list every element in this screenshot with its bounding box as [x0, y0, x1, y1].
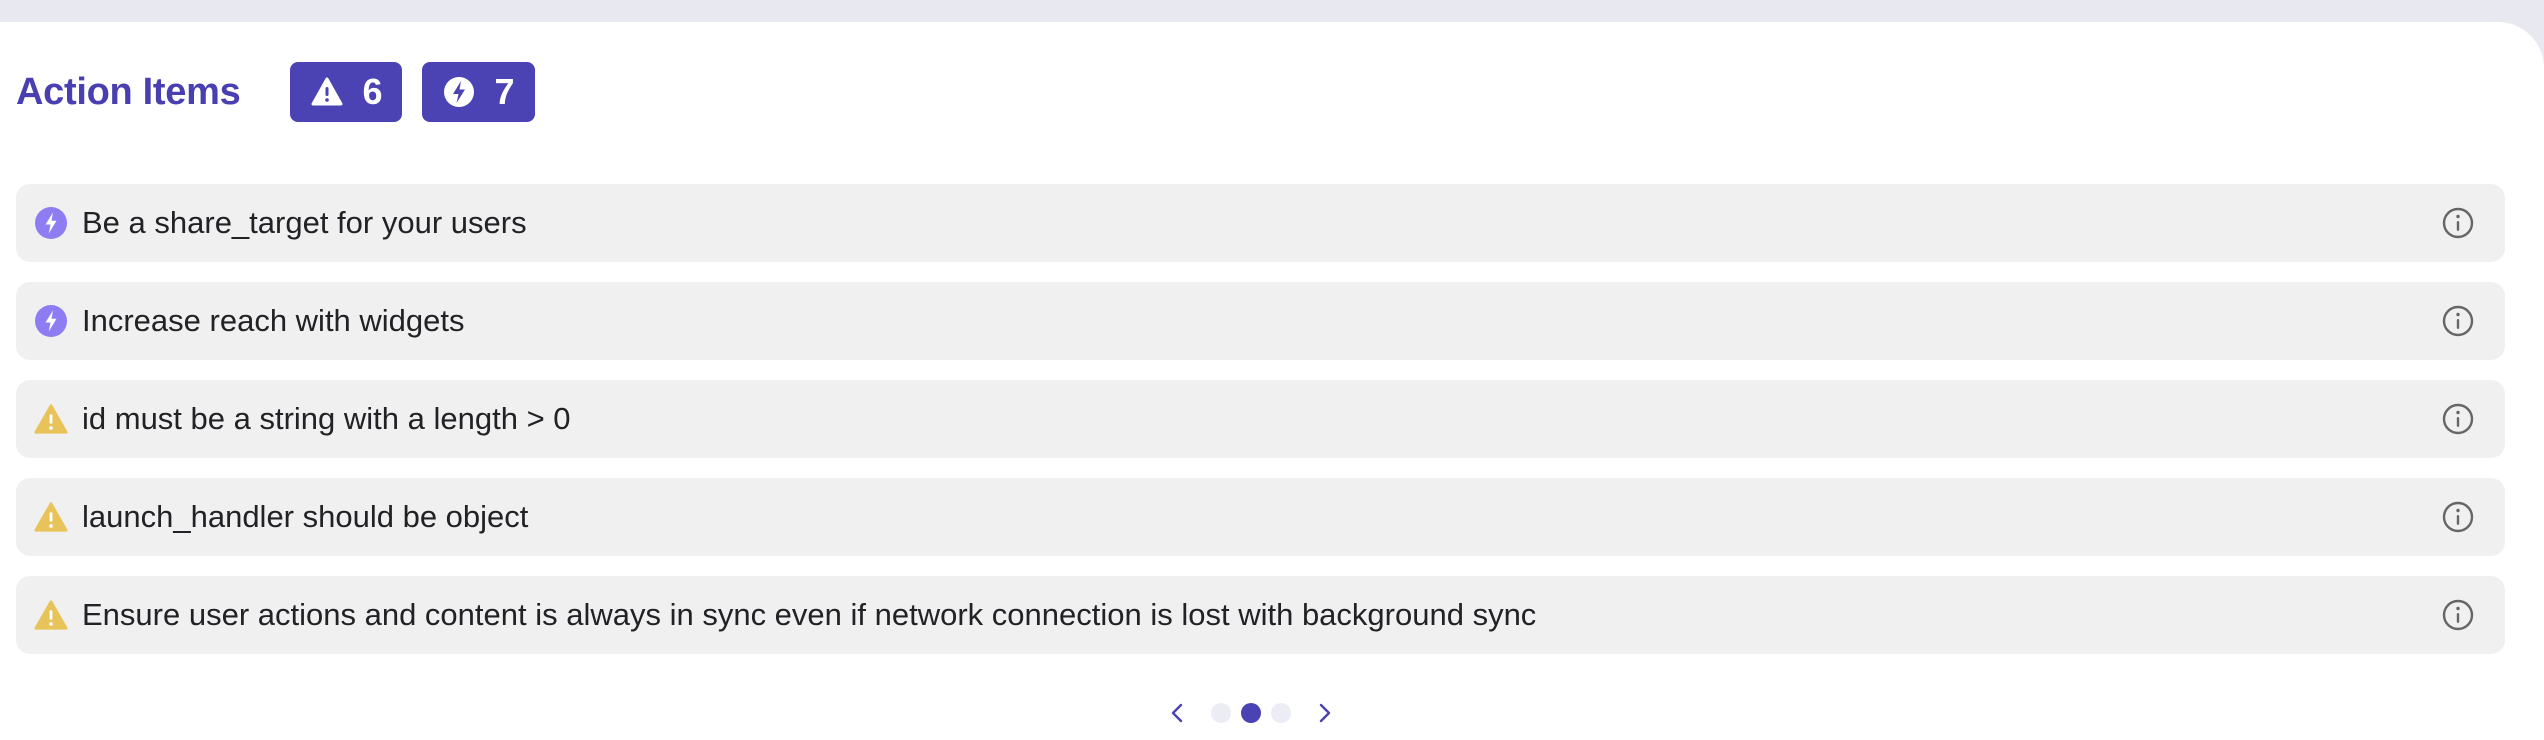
- pagination-dot-2[interactable]: [1241, 703, 1261, 723]
- warning-icon: [34, 402, 68, 436]
- chevron-left-icon[interactable]: [1164, 699, 1192, 727]
- warning-count: 6: [362, 71, 383, 112]
- chevron-right-icon[interactable]: [1310, 699, 1338, 727]
- bolt-count-badge[interactable]: 7: [422, 62, 535, 122]
- page-title: Action Items: [16, 70, 241, 113]
- info-icon[interactable]: [2441, 206, 2475, 240]
- action-items-header: Action Items 6 7: [16, 62, 555, 122]
- list-item[interactable]: launch_handler should be object: [16, 478, 2505, 556]
- list-item-text: launch_handler should be object: [82, 499, 529, 534]
- list-item[interactable]: id must be a string with a length > 0: [16, 380, 2505, 458]
- list-item[interactable]: Increase reach with widgets: [16, 282, 2505, 360]
- pagination-dot-3[interactable]: [1271, 703, 1291, 723]
- pagination-dot-1[interactable]: [1211, 703, 1231, 723]
- list-item[interactable]: Be a share_target for your users: [16, 184, 2505, 262]
- action-items-list: Be a share_target for your users Increas…: [16, 184, 2505, 674]
- list-item[interactable]: Ensure user actions and content is alway…: [16, 576, 2505, 654]
- warning-icon: [34, 598, 68, 632]
- info-icon[interactable]: [2441, 402, 2475, 436]
- warning-icon: [310, 75, 344, 109]
- warning-count-badge[interactable]: 6: [290, 62, 403, 122]
- bolt-icon: [34, 304, 68, 338]
- list-item-text: Be a share_target for your users: [82, 205, 527, 240]
- info-icon[interactable]: [2441, 304, 2475, 338]
- pagination: [1164, 698, 1364, 728]
- info-icon[interactable]: [2441, 500, 2475, 534]
- info-icon[interactable]: [2441, 598, 2475, 632]
- list-item-text: Increase reach with widgets: [82, 303, 465, 338]
- list-item-text: id must be a string with a length > 0: [82, 401, 571, 436]
- bolt-icon: [442, 75, 476, 109]
- list-item-text: Ensure user actions and content is alway…: [82, 597, 1537, 632]
- action-items-card: Action Items 6 7 Be a share_target for y…: [0, 22, 2544, 740]
- bolt-count: 7: [494, 71, 515, 112]
- bolt-icon: [34, 206, 68, 240]
- warning-icon: [34, 500, 68, 534]
